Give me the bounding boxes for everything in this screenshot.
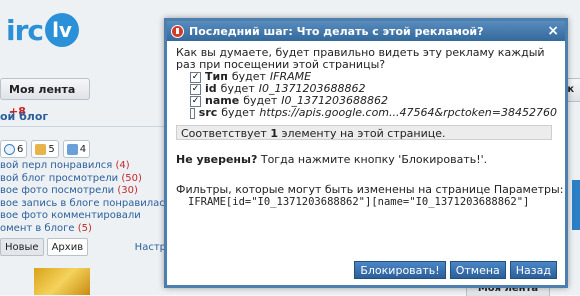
- list-item-text: омент в блоге: [0, 222, 75, 234]
- dialog-header[interactable]: Последний шаг: Что делать с этой рекламо…: [167, 21, 565, 41]
- unsure-text: Тогда нажмите кнопку 'Блокировать!'.: [257, 153, 488, 166]
- list-item-text: вой блог просмотрели: [0, 172, 119, 184]
- list-item-count: (5): [77, 222, 92, 234]
- close-icon[interactable]: ×: [547, 23, 559, 39]
- counter-tab-clock[interactable]: 6: [0, 140, 28, 158]
- checkbox-type[interactable]: ✓: [190, 71, 201, 83]
- adblock-dialog: Последний шаг: Что делать с этой рекламо…: [164, 18, 568, 288]
- list-item-count: (4): [115, 160, 130, 171]
- list-item[interactable]: вое фото комментировали: [0, 210, 166, 223]
- option-value: https://apis.google.com...47564&rpctoken…: [259, 106, 557, 119]
- filter-code: IFRAME[id="I0_1371203688862"][name="I0_1…: [188, 196, 530, 208]
- side-panel-edge: [572, 180, 580, 230]
- match-count: 1: [270, 127, 278, 140]
- match-text: Соответствует: [181, 127, 271, 140]
- option-mid: будет: [221, 106, 256, 119]
- option-key: src: [198, 106, 218, 119]
- tab-archive[interactable]: Архив: [46, 238, 89, 256]
- list-item[interactable]: вой блог просмотрели (50): [0, 173, 166, 186]
- match-info: Соответствует 1 элементу на этой страниц…: [176, 125, 552, 140]
- users-icon: [35, 143, 47, 155]
- clock-icon: [4, 143, 15, 155]
- checkbox-src[interactable]: [190, 107, 195, 119]
- unsure-hint: Не уверены? Тогда нажмите кнопку 'Блокир…: [176, 153, 487, 166]
- photo-thumbnail[interactable]: [34, 268, 90, 295]
- counter-value: 6: [17, 143, 24, 155]
- my-feed-tab-label: Моя лента: [9, 83, 76, 96]
- list-item-text: вое запись в блоге понравилась: [0, 197, 171, 209]
- logo-word: irc: [6, 13, 44, 47]
- counter-value: 5: [48, 143, 55, 155]
- dialog-body: Как вы думаете, будет правильно видеть э…: [167, 41, 565, 119]
- page-background: irc lv Моя лента +8 ой блог 6 5 4 вой пе…: [0, 0, 580, 296]
- site-logo[interactable]: irc lv: [6, 8, 80, 52]
- counter-tab-messages[interactable]: 4: [62, 140, 91, 158]
- divider: [0, 126, 166, 127]
- list-item[interactable]: вое фото посмотрели (30): [0, 185, 166, 198]
- dialog-buttons: Блокировать! Отмена Назад: [354, 261, 557, 279]
- tab-new[interactable]: Новые: [0, 238, 44, 256]
- list-item-text: вое фото посмотрели: [0, 185, 115, 197]
- block-button[interactable]: Блокировать!: [354, 261, 446, 279]
- list-item-text: вой перл понравился: [0, 160, 113, 171]
- feed-list: вой перл понравился (4) вой блог просмот…: [0, 160, 171, 236]
- counter-tab-users[interactable]: 5: [31, 140, 59, 158]
- counter-tabs: 6 5 4: [0, 140, 91, 158]
- my-feed-tab[interactable]: Моя лента +8: [0, 78, 90, 118]
- settings-link[interactable]: Настр: [135, 242, 166, 253]
- logo-badge: lv: [45, 13, 80, 47]
- list-item[interactable]: омент в блоге (5): [0, 223, 166, 236]
- filters-section: Фильтры, которые могут быть изменены на …: [176, 183, 564, 209]
- filters-label: Фильтры, которые могут быть изменены на …: [176, 183, 564, 196]
- option-src[interactable]: src будет https://apis.google.com...4756…: [190, 107, 557, 119]
- list-item-count: (30): [117, 185, 138, 197]
- cancel-button[interactable]: Отмена: [449, 261, 506, 279]
- list-item-count: (50): [121, 172, 142, 184]
- subtabs: Новые Архив Настр: [0, 238, 166, 256]
- counter-value: 4: [79, 143, 87, 155]
- blog-title: ой блог: [0, 110, 49, 123]
- list-item-text: вое фото комментировали: [0, 210, 141, 222]
- match-text-end: элементу на этой странице.: [277, 127, 446, 140]
- unsure-label: Не уверены?: [176, 153, 258, 166]
- dialog-title: Последний шаг: Что делать с этой рекламо…: [189, 24, 484, 38]
- checkbox-name[interactable]: ✓: [190, 95, 201, 107]
- list-item[interactable]: вое запись в блоге понравилась: [0, 198, 171, 211]
- back-button[interactable]: Назад: [509, 261, 557, 279]
- message-icon: [66, 143, 78, 155]
- list-item[interactable]: вой перл понравился (4): [0, 160, 166, 173]
- stop-icon: [171, 24, 184, 38]
- dialog-question: Как вы думаете, будет правильно видеть э…: [176, 46, 545, 71]
- checkbox-id[interactable]: ✓: [190, 83, 201, 95]
